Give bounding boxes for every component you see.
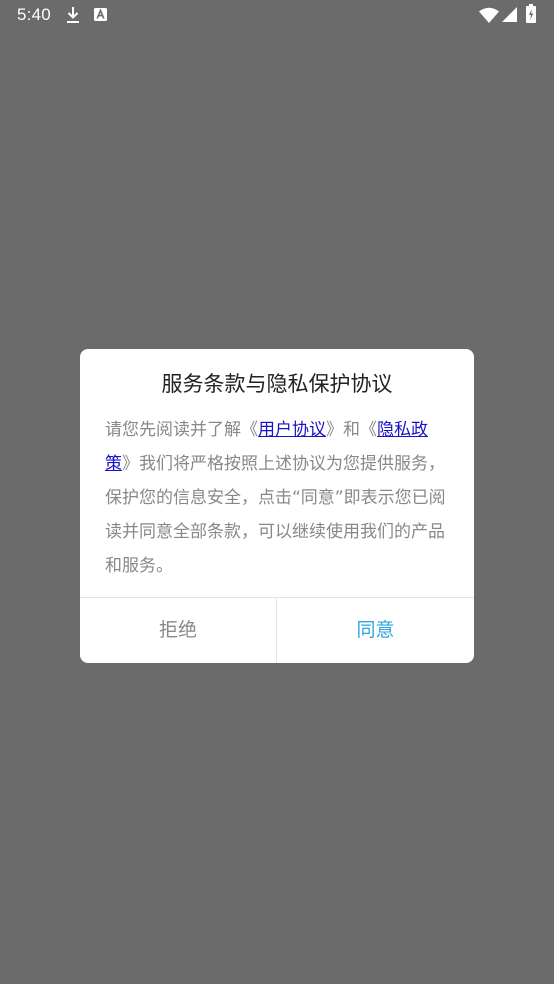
agree-button[interactable]: 同意 — [277, 598, 474, 663]
body-text-part2: 》和《 — [326, 420, 377, 440]
status-time: 5:40 — [17, 5, 51, 24]
user-agreement-link[interactable]: 用户协议 — [258, 420, 326, 440]
download-icon — [67, 7, 79, 23]
a-notification-icon — [94, 8, 107, 21]
dialog-body: 请您先阅读并了解《用户协议》和《隐私政策》我们将严格按照上述协议为您提供服务，保… — [105, 413, 453, 583]
body-text-part1: 请您先阅读并了解《 — [105, 420, 258, 440]
body-text-part3: 》我们将严格按照上述协议为您提供服务，保护您的信息安全，点击“同意”即表示您已阅… — [105, 454, 446, 576]
cellular-signal-icon — [502, 7, 517, 22]
status-bar: 5:40 — [0, 0, 554, 30]
agreement-dialog: 服务条款与隐私保护协议 请您先阅读并了解《用户协议》和《隐私政策》我们将严格按照… — [80, 349, 474, 663]
battery-icon — [526, 4, 536, 23]
wifi-icon — [479, 7, 499, 23]
reject-button[interactable]: 拒绝 — [80, 598, 276, 663]
dialog-title: 服务条款与隐私保护协议 — [161, 372, 393, 396]
